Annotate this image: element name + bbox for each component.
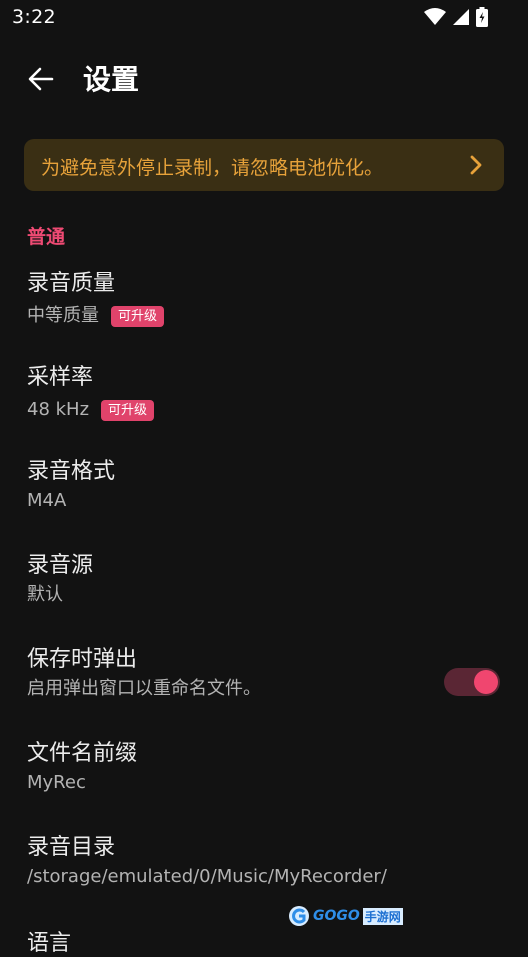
setting-value: 默认	[27, 584, 63, 605]
setting-title: 采样率	[27, 365, 94, 390]
setting-recording-directory[interactable]: 录音目录 /storage/emulated/0/Music/MyRecorde…	[27, 833, 507, 891]
popup-on-save-toggle[interactable]	[444, 668, 500, 696]
back-button[interactable]	[20, 58, 62, 100]
battery-optimization-banner[interactable]: 为避免意外停止录制，请忽略电池优化。	[24, 139, 504, 191]
upgrade-badge: 可升级	[101, 399, 155, 421]
setting-title: 录音格式	[27, 459, 116, 484]
arrow-left-icon	[28, 67, 54, 91]
status-icons	[424, 7, 488, 27]
setting-value-text: 48 kHz	[27, 399, 90, 420]
section-header-general: 普通	[27, 226, 66, 248]
setting-value: M4A	[27, 490, 67, 511]
setting-popup-on-save[interactable]: 保存时弹出 启用弹出窗口以重命名文件。	[27, 645, 427, 703]
setting-title: 录音质量	[27, 271, 116, 296]
chevron-right-icon	[470, 155, 482, 175]
setting-language[interactable]: 语言	[27, 925, 71, 957]
watermark-text: GOGO	[313, 908, 360, 924]
setting-title: 文件名前缀	[27, 741, 138, 766]
setting-title: 录音源	[27, 553, 94, 578]
watermark: GOGO 手游网	[288, 903, 403, 929]
setting-title: 录音目录	[27, 835, 116, 860]
setting-value: MyRec	[27, 772, 86, 793]
cell-signal-icon	[453, 9, 469, 25]
setting-recording-format[interactable]: 录音格式 M4A	[27, 457, 507, 515]
status-bar: 3:22	[0, 0, 528, 36]
setting-recording-quality[interactable]: 录音质量 中等质量 可升级	[27, 269, 507, 330]
banner-text: 为避免意外停止录制，请忽略电池优化。	[41, 157, 384, 179]
setting-value: /storage/emulated/0/Music/MyRecorder/	[27, 866, 387, 887]
watermark-cn: 手游网	[362, 907, 403, 925]
setting-recording-source[interactable]: 录音源 默认	[27, 551, 507, 609]
setting-title: 保存时弹出	[27, 647, 138, 672]
battery-charging-icon	[476, 7, 488, 27]
setting-sample-rate[interactable]: 采样率 48 kHz 可升级	[27, 363, 507, 424]
status-time: 3:22	[12, 6, 56, 28]
app-bar: 设置	[0, 48, 528, 108]
upgrade-badge: 可升级	[111, 305, 165, 327]
setting-description: 启用弹出窗口以重命名文件。	[27, 678, 261, 699]
toggle-thumb	[474, 670, 498, 694]
setting-value: 中等质量 可升级	[27, 302, 507, 330]
setting-value-text: 中等质量	[27, 305, 99, 326]
page-title: 设置	[83, 63, 140, 96]
setting-filename-prefix[interactable]: 文件名前缀 MyRec	[27, 739, 507, 797]
wifi-icon	[424, 8, 446, 25]
watermark-logo-icon	[289, 906, 309, 926]
setting-value: 48 kHz 可升级	[27, 396, 507, 424]
